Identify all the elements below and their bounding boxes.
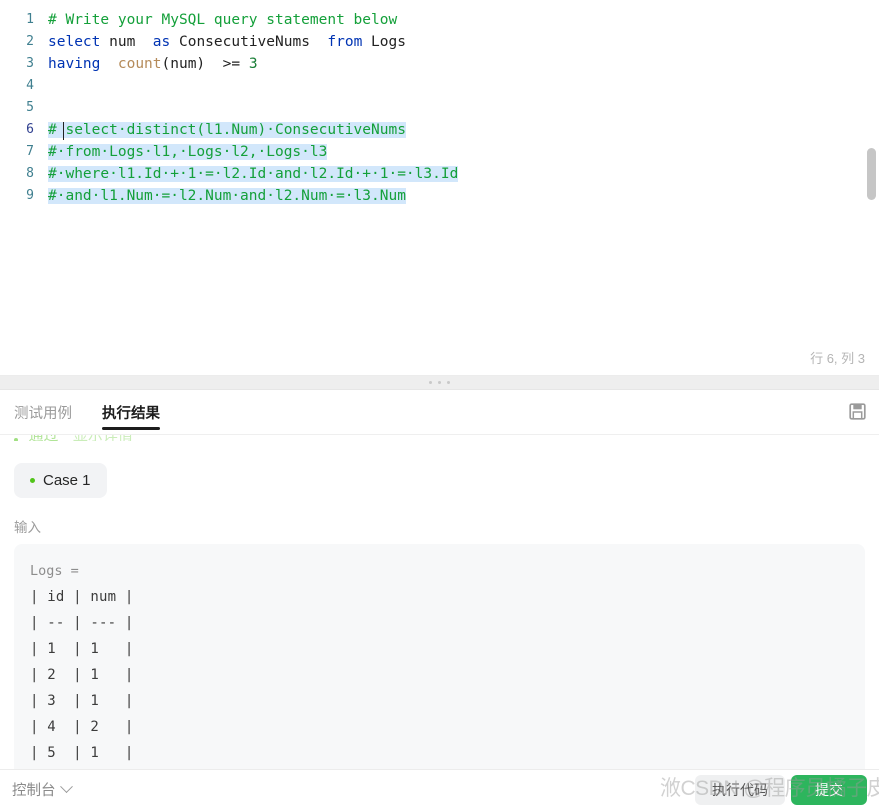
code-token: count (117, 56, 162, 72)
code-line[interactable]: 9 #·and·l1.Num·=·l2.Num·and·l2.Num·=·l3.N… (0, 185, 879, 207)
code-line-content[interactable]: select num as ConsecutiveNums from Logs (34, 31, 406, 53)
code-line[interactable]: 6 # select·distinct(l1.Num)·ConsecutiveNu… (0, 119, 879, 141)
editor-scrollbar-thumb[interactable] (867, 148, 876, 200)
input-table-row: | 2 | 1 | (30, 667, 134, 683)
tab-test-cases[interactable]: 测试用例 (14, 390, 72, 435)
console-toggle-label: 控制台 (12, 783, 56, 799)
save-icon[interactable] (849, 403, 866, 420)
code-token: from (327, 34, 363, 50)
line-number: 4 (26, 78, 34, 93)
code-line-content[interactable] (34, 75, 57, 97)
editor-vertical-scrollbar[interactable] (866, 0, 878, 375)
tab-execution-result[interactable]: 执行结果 (102, 390, 160, 435)
code-line-content[interactable]: # select·distinct(l1.Num)·ConsecutiveNum… (34, 119, 406, 141)
console-toggle-button[interactable]: 控制台 (12, 779, 73, 800)
selected-text: #·and·l1.Num·=·l2.Num·and·l2.Num·=·l3.Nu… (48, 188, 406, 204)
drag-dot-icon (438, 381, 441, 384)
code-tokens: # Write your MySQL query statement below (48, 12, 397, 28)
selected-text: #·where·l1.Id·+·1·=·l2.Id·and·l2.Id·+·1·… (48, 166, 459, 182)
tab-execution-result-label: 执行结果 (102, 405, 160, 422)
code-line-content[interactable]: #·from·Logs·l1,·Logs·l2,·Logs·l3 (34, 141, 328, 163)
code-line[interactable]: 4 (0, 75, 879, 97)
code-line[interactable]: 8 #·where·l1.Id·+·1·=·l2.Id·and·l2.Id·+·1… (0, 163, 879, 185)
code-line-content[interactable]: #·and·l1.Num·=·l2.Num·and·l2.Num·=·l3.Nu… (34, 185, 406, 207)
input-section-label: 输入 (14, 520, 41, 535)
code-token: 3 (248, 56, 258, 72)
input-table-row: | -- | --- | (30, 615, 134, 631)
input-table-row: | 3 | 1 | (30, 693, 134, 709)
code-token: Logs (362, 34, 406, 50)
code-line[interactable]: 3 having count(num) >= 3 (0, 53, 879, 75)
leetcode-editor-page: 1 # Write your MySQL query statement belo… (0, 0, 879, 809)
code-token: #·where·l1.Id·+·1·=·l2.Id·and·l2.Id·+·1·… (48, 166, 459, 182)
code-tokens: having count(num) >= 3 (48, 56, 258, 72)
selected-text: # select·distinct(l1.Num)·ConsecutiveNum… (48, 122, 406, 138)
result-tabbar: 测试用例 执行结果 (0, 390, 879, 435)
code-token: num (100, 34, 153, 50)
selected-text: #·from·Logs·l1,·Logs·l2,·Logs·l3 (48, 144, 328, 160)
code-token: (num) >= (161, 56, 249, 72)
line-number: 6 (26, 122, 34, 137)
input-table-row: | 5 | 1 | (30, 745, 134, 761)
line-number: 9 (26, 188, 34, 203)
case-status-dot-icon (30, 478, 35, 483)
result-status-text: 通过 (28, 435, 58, 441)
submit-button[interactable]: 提交 (791, 774, 867, 805)
line-number: 2 (26, 34, 34, 49)
input-table-row: | 4 | 2 | (30, 719, 134, 735)
result-pane: 测试用例 执行结果 通过 显示详情 (0, 390, 879, 770)
result-status-detail: 显示详情 (73, 435, 133, 441)
code-line[interactable]: 5 (0, 97, 879, 119)
code-token: # select·distinct(l1.Num)·ConsecutiveNum… (48, 122, 406, 138)
input-table-rows: | id | num | | -- | --- | | 1 | 1 | | 2 | 1… (30, 584, 849, 766)
input-table-row: | id | num | (30, 589, 134, 605)
code-line-content[interactable]: having count(num) >= 3 (34, 53, 258, 75)
code-line[interactable]: 7 #·from·Logs·l1,·Logs·l2,·Logs·l3 (0, 141, 879, 163)
code-editor-pane[interactable]: 1 # Write your MySQL query statement belo… (0, 0, 879, 375)
run-code-button[interactable]: 执行代码 (695, 774, 785, 805)
case-selector-row: Case 1 (0, 441, 879, 498)
input-table-row: | 1 | 1 | (30, 641, 134, 657)
bottom-action-bar: 控制台 执行代码 提交 (0, 769, 879, 809)
code-line[interactable]: 1 # Write your MySQL query statement belo… (0, 9, 879, 31)
code-token: # Write your MySQL query statement below (48, 12, 398, 28)
chevron-down-icon (59, 780, 73, 794)
input-variable-name: Logs = (30, 563, 79, 579)
code-token: having (48, 56, 101, 72)
code-line[interactable]: 2 select num as ConsecutiveNums from Logs (0, 31, 879, 53)
line-number: 3 (26, 56, 34, 71)
pane-resize-handle[interactable] (0, 375, 879, 390)
status-dot-icon (14, 437, 18, 441)
line-number: 7 (26, 144, 34, 159)
code-token: #·and·l1.Num·=·l2.Num·and·l2.Num·=·l3.Nu… (48, 188, 406, 204)
code-token: select (48, 34, 101, 50)
tab-test-cases-label: 测试用例 (14, 405, 72, 422)
line-number: 5 (26, 100, 34, 115)
input-value-box: Logs = | id | num | | -- | --- | | 1 | 1 |… (14, 544, 865, 770)
code-tokens: select num as ConsecutiveNums from Logs (48, 34, 406, 50)
result-status-clipped: 通过 显示详情 (0, 435, 879, 441)
submit-label: 提交 (815, 781, 843, 798)
code-line-content[interactable] (34, 97, 57, 119)
code-line-content[interactable]: #·where·l1.Id·+·1·=·l2.Id·and·l2.Id·+·1·… (34, 163, 459, 185)
drag-dot-icon (429, 381, 432, 384)
run-code-label: 执行代码 (712, 781, 768, 798)
case-chip-1[interactable]: Case 1 (14, 463, 107, 498)
case-chip-label: Case 1 (43, 472, 91, 489)
code-line-content[interactable]: # Write your MySQL query statement below (34, 9, 397, 31)
cursor-position-status: 行 6, 列 3 (810, 351, 865, 366)
code-token: ConsecutiveNums (170, 34, 328, 50)
code-token: #·from·Logs·l1,·Logs·l2,·Logs·l3 (48, 144, 328, 160)
code-token: as (152, 34, 171, 50)
text-caret (63, 122, 64, 140)
code-area[interactable]: 1 # Write your MySQL query statement belo… (0, 9, 879, 207)
drag-dot-icon (447, 381, 450, 384)
result-scroll-region[interactable]: 通过 显示详情 Case 1 输入 Logs = | id | num | | -… (0, 435, 879, 770)
line-number: 1 (26, 12, 34, 27)
line-number: 8 (26, 166, 34, 181)
action-button-group: 执行代码 提交 (695, 774, 867, 805)
